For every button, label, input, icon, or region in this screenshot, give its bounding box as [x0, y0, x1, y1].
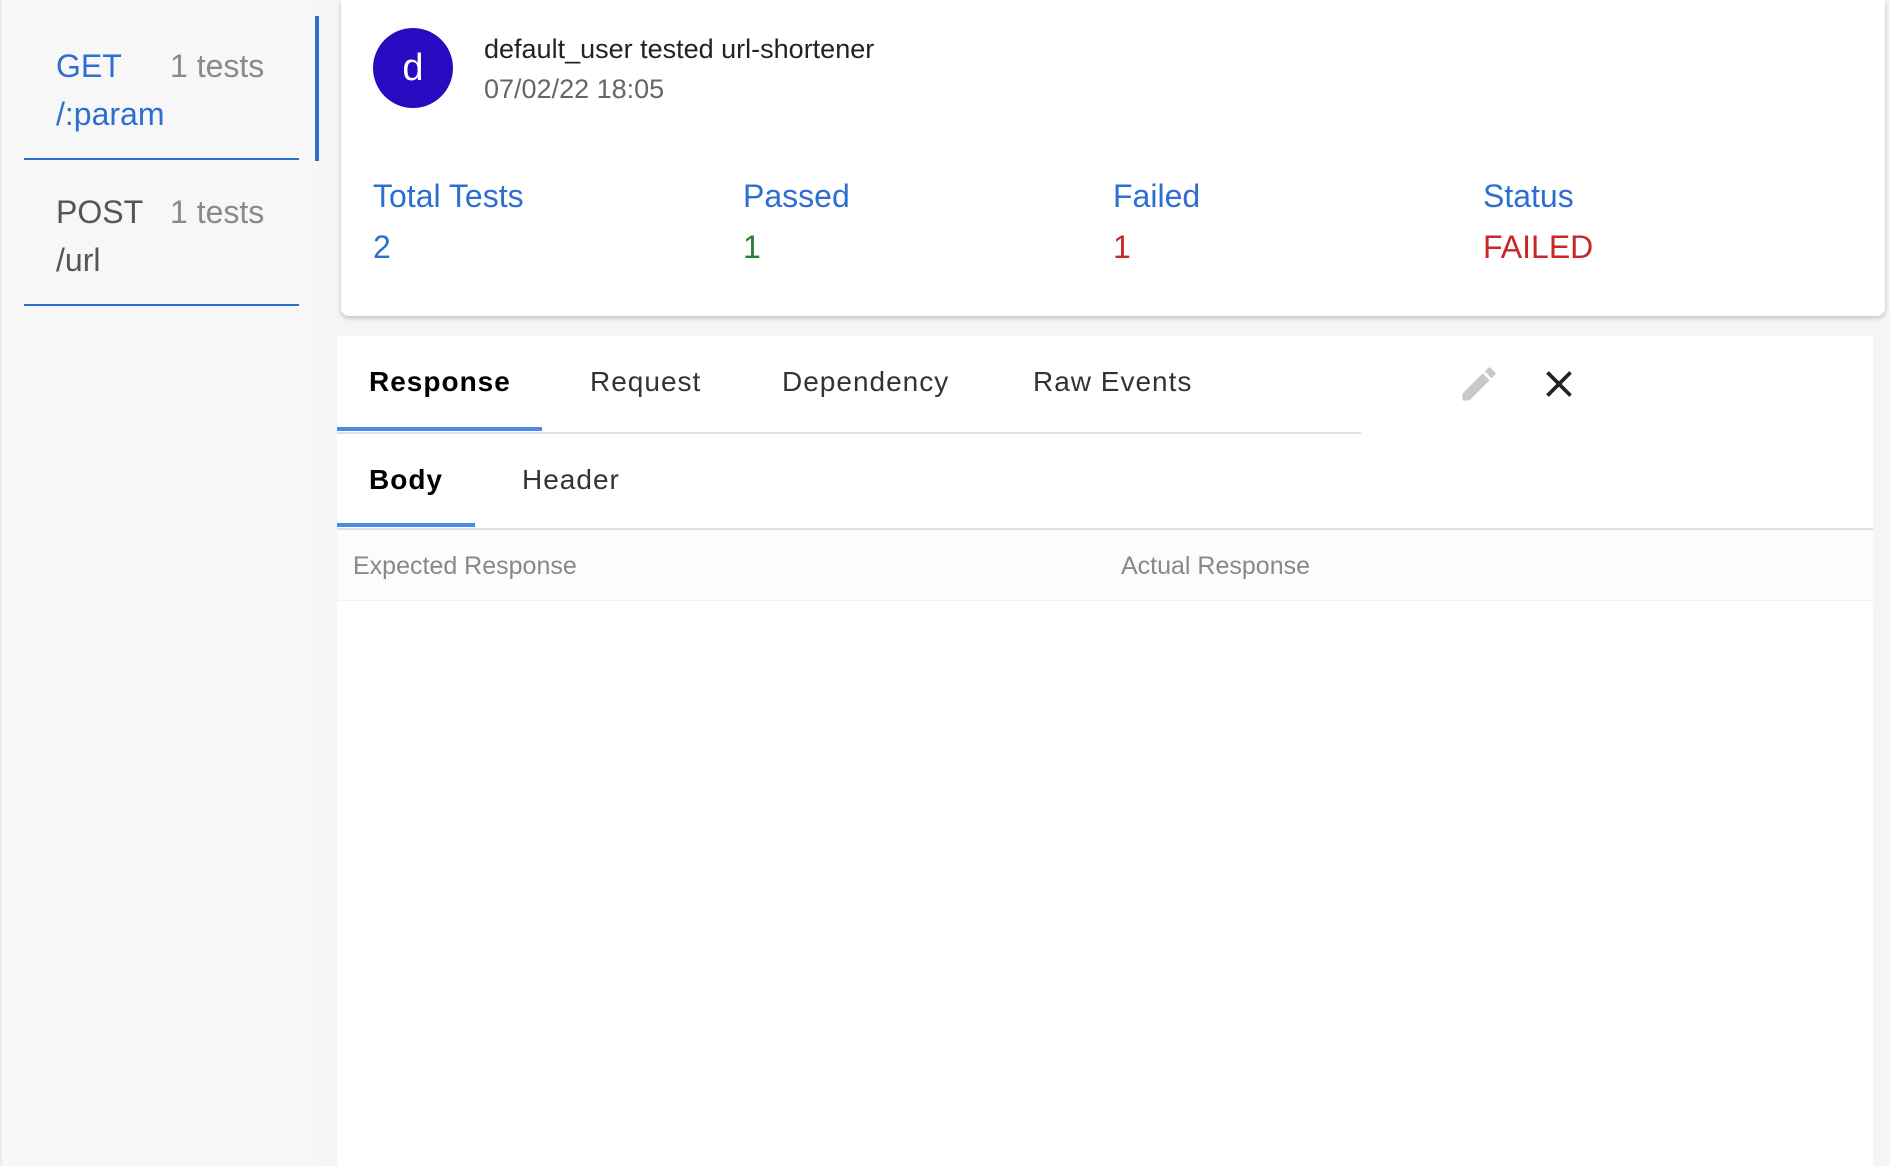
stat-passed: Passed 1	[743, 178, 850, 266]
tab-response[interactable]: Response	[369, 366, 511, 398]
app-root: GET 1 tests /:param POST 1 tests /url d …	[0, 0, 1890, 1166]
actual-response-column: Actual Response	[1121, 552, 1311, 580]
avatar: d	[373, 28, 453, 108]
tab-dependency[interactable]: Dependency	[782, 366, 949, 398]
tab-raw-events[interactable]: Raw Events	[1033, 366, 1192, 398]
endpoint-path: /url	[56, 242, 101, 278]
expected-response-column: Expected Response	[353, 552, 577, 580]
stat-value: 1	[1113, 229, 1131, 265]
endpoint-test-count: 1 tests	[170, 194, 265, 230]
active-item-indicator	[315, 16, 319, 161]
stat-value: 1	[743, 229, 761, 265]
stat-label: Passed	[743, 178, 850, 214]
close-button[interactable]	[1537, 362, 1581, 406]
tab-body[interactable]: Body	[369, 464, 443, 496]
stat-label: Failed	[1113, 178, 1201, 214]
sidebar-item-get-param[interactable]: GET 1 tests /:param	[24, 14, 299, 160]
detail-tabs: Response Request Dependency Raw Events	[337, 336, 1361, 434]
run-timestamp: 07/02/22 18:05	[484, 74, 665, 104]
endpoint-test-count: 1 tests	[170, 48, 265, 84]
status-badge: FAILED	[1483, 229, 1594, 265]
stat-failed: Failed 1	[1113, 178, 1200, 266]
close-icon	[1546, 371, 1572, 397]
active-tab-indicator	[337, 427, 542, 431]
stat-label: Status	[1483, 178, 1574, 214]
response-subtabs: Body Header	[337, 432, 1873, 530]
endpoint-method: POST	[56, 194, 144, 230]
stat-total-tests: Total Tests 2	[373, 178, 524, 266]
tab-header[interactable]: Header	[522, 464, 620, 496]
edit-button[interactable]	[1457, 362, 1501, 406]
endpoint-sidebar: GET 1 tests /:param POST 1 tests /url	[0, 0, 319, 1166]
active-subtab-indicator	[337, 523, 475, 527]
pencil-icon	[1462, 367, 1496, 401]
test-run-summary-card: d default_user tested url-shortener 07/0…	[341, 0, 1885, 316]
endpoint-path: /:param	[56, 96, 165, 132]
sidebar-item-post-url[interactable]: POST 1 tests /url	[24, 160, 299, 306]
run-headline: default_user tested url-shortener	[484, 34, 875, 64]
response-compare-header: Expected Response Actual Response	[337, 530, 1873, 601]
endpoint-method: GET	[56, 48, 122, 84]
stat-label: Total Tests	[373, 178, 524, 214]
stat-status: Status FAILED	[1483, 178, 1593, 266]
test-detail-panel: Response Request Dependency Raw Events B…	[337, 336, 1873, 1166]
stat-value: 2	[373, 229, 391, 265]
tab-request[interactable]: Request	[590, 366, 701, 398]
